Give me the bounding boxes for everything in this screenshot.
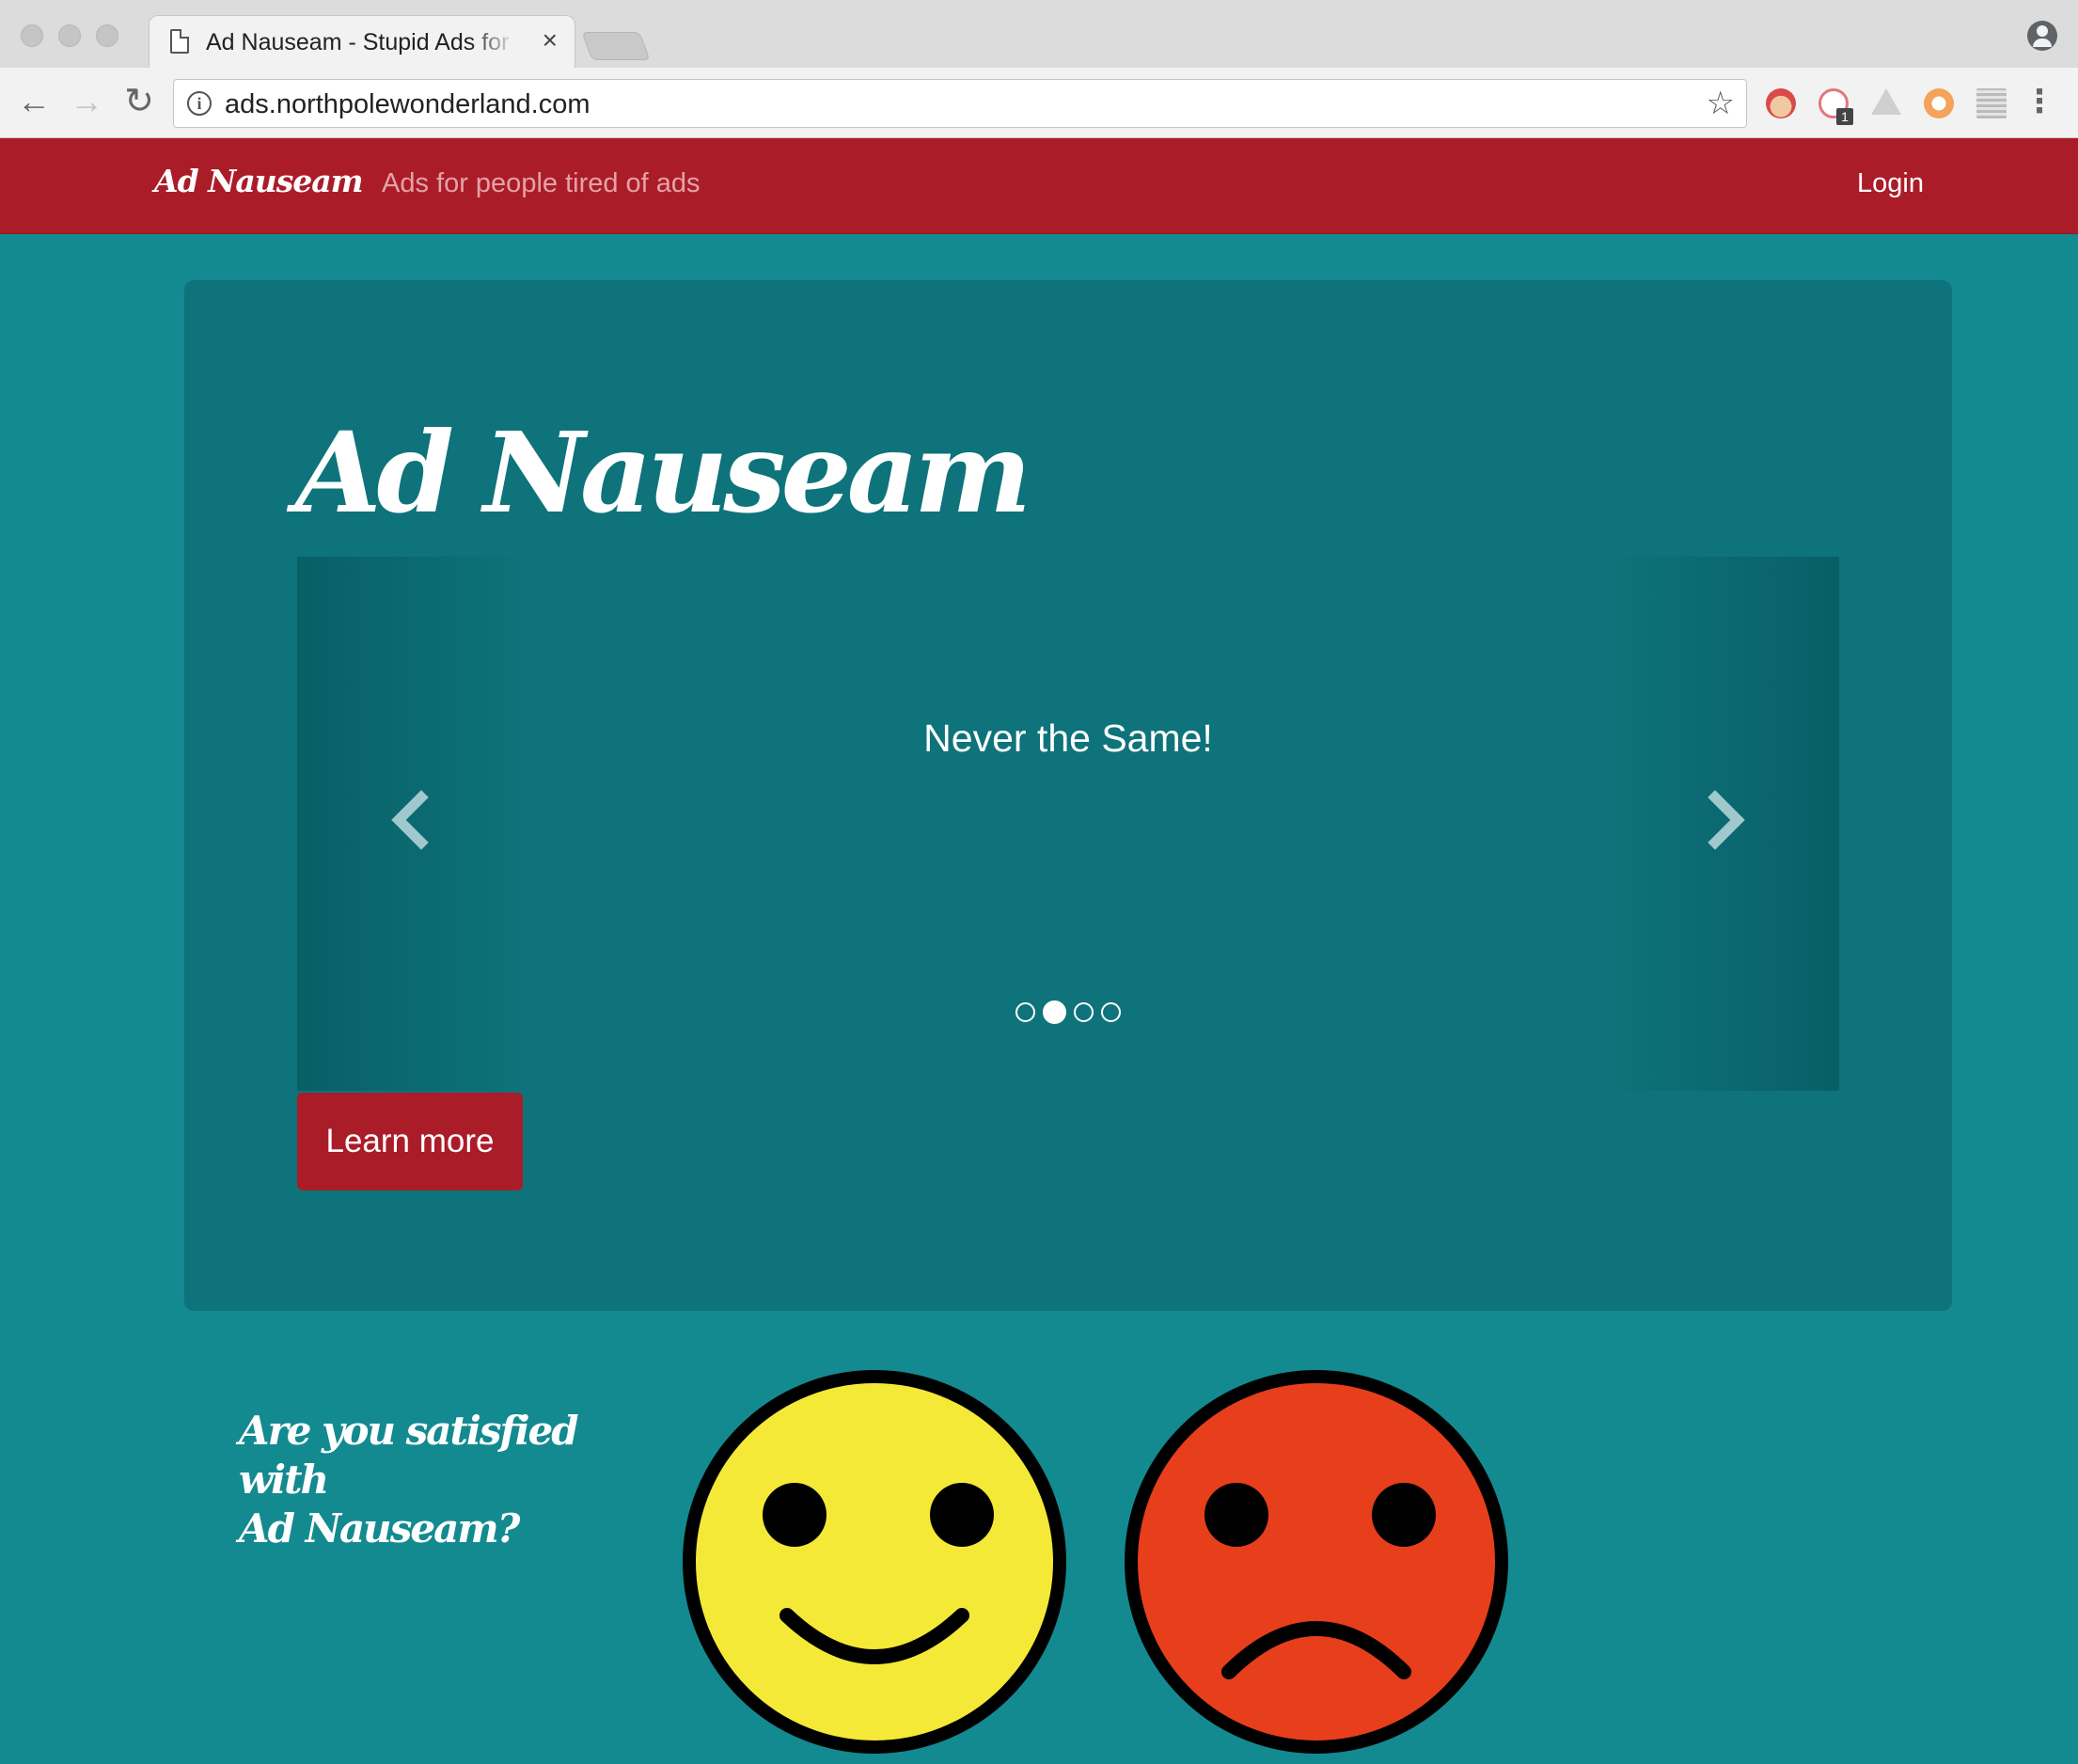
happy-face-icon	[683, 1370, 1066, 1754]
browser-chrome: Ad Nauseam - Stupid Ads for Stupid Peopl…	[0, 0, 2078, 138]
jumbotron: Ad Nauseam Never the Same! Learn more	[184, 280, 1952, 1311]
site-tagline: Ads for people tired of ads	[382, 168, 701, 198]
profile-icon[interactable]	[2027, 21, 2057, 51]
carousel-indicators	[297, 1000, 1839, 1024]
happy-face-button[interactable]	[682, 1369, 1067, 1755]
satisfaction-question: Are you satisfied with Ad Nauseam?	[239, 1407, 653, 1553]
carousel-indicator-dot[interactable]	[1101, 1002, 1121, 1022]
drive-extension-icon[interactable]	[1871, 88, 1901, 115]
carousel-caption: Never the Same!	[923, 717, 1213, 760]
ad-carousel: Never the Same!	[297, 557, 1839, 1091]
brand-link[interactable]: Ad Nauseam	[154, 163, 364, 199]
info-icon[interactable]: i	[187, 91, 212, 116]
window-zoom-button[interactable]	[96, 24, 118, 47]
tab-strip: Ad Nauseam - Stupid Ads for Stupid Peopl…	[0, 0, 2078, 68]
lifebuoy-extension-icon[interactable]	[1924, 88, 1954, 118]
address-bar[interactable]: i ads.northpolewonderland.com ☆	[173, 79, 1747, 128]
url-text[interactable]: ads.northpolewonderland.com	[225, 89, 590, 120]
santa-extension-icon[interactable]	[1766, 88, 1796, 118]
link-extension-icon[interactable]: 1	[1818, 88, 1853, 125]
carousel-indicator-dot[interactable]	[1043, 1000, 1066, 1024]
question-line-1: Are you satisfied with	[239, 1408, 579, 1503]
browser-toolbar: ← → ↻ i ads.northpolewonderland.com ☆ 1 …	[0, 68, 2078, 138]
jumbotron-title: Ad Nauseam	[295, 407, 1031, 538]
window-close-button[interactable]	[21, 24, 43, 47]
chevron-right-icon[interactable]	[1696, 782, 1753, 858]
extension-badge: 1	[1836, 108, 1853, 125]
sad-face-icon	[1125, 1370, 1508, 1754]
site-navbar: Ad Nauseam Ads for people tired of ads L…	[0, 138, 2078, 234]
forward-button[interactable]: →	[66, 81, 107, 122]
browser-tab[interactable]: Ad Nauseam - Stupid Ads for Stupid Peopl…	[149, 15, 575, 68]
bookmark-star-icon[interactable]: ☆	[1707, 85, 1735, 122]
page-icon	[170, 29, 189, 54]
question-line-2: Ad Nauseam?	[239, 1505, 520, 1551]
new-tab-button[interactable]	[581, 32, 651, 60]
carousel-indicator-dot[interactable]	[1074, 1002, 1094, 1022]
back-button[interactable]: ←	[13, 81, 55, 122]
sad-face-button[interactable]	[1124, 1369, 1509, 1755]
grid-extension-icon[interactable]	[1976, 88, 2007, 118]
menu-icon[interactable]: ⋮	[2023, 85, 2055, 118]
chevron-left-icon[interactable]	[384, 782, 440, 858]
carousel-indicator-dot[interactable]	[1015, 1002, 1035, 1022]
tab-title: Ad Nauseam - Stupid Ads for Stupid Peopl…	[206, 29, 516, 55]
login-link[interactable]: Login	[1857, 168, 1924, 199]
close-tab-icon[interactable]: ×	[543, 27, 558, 54]
window-minimize-button[interactable]	[58, 24, 81, 47]
learn-more-button[interactable]: Learn more	[297, 1093, 523, 1190]
reload-button[interactable]: ↻	[118, 81, 160, 122]
